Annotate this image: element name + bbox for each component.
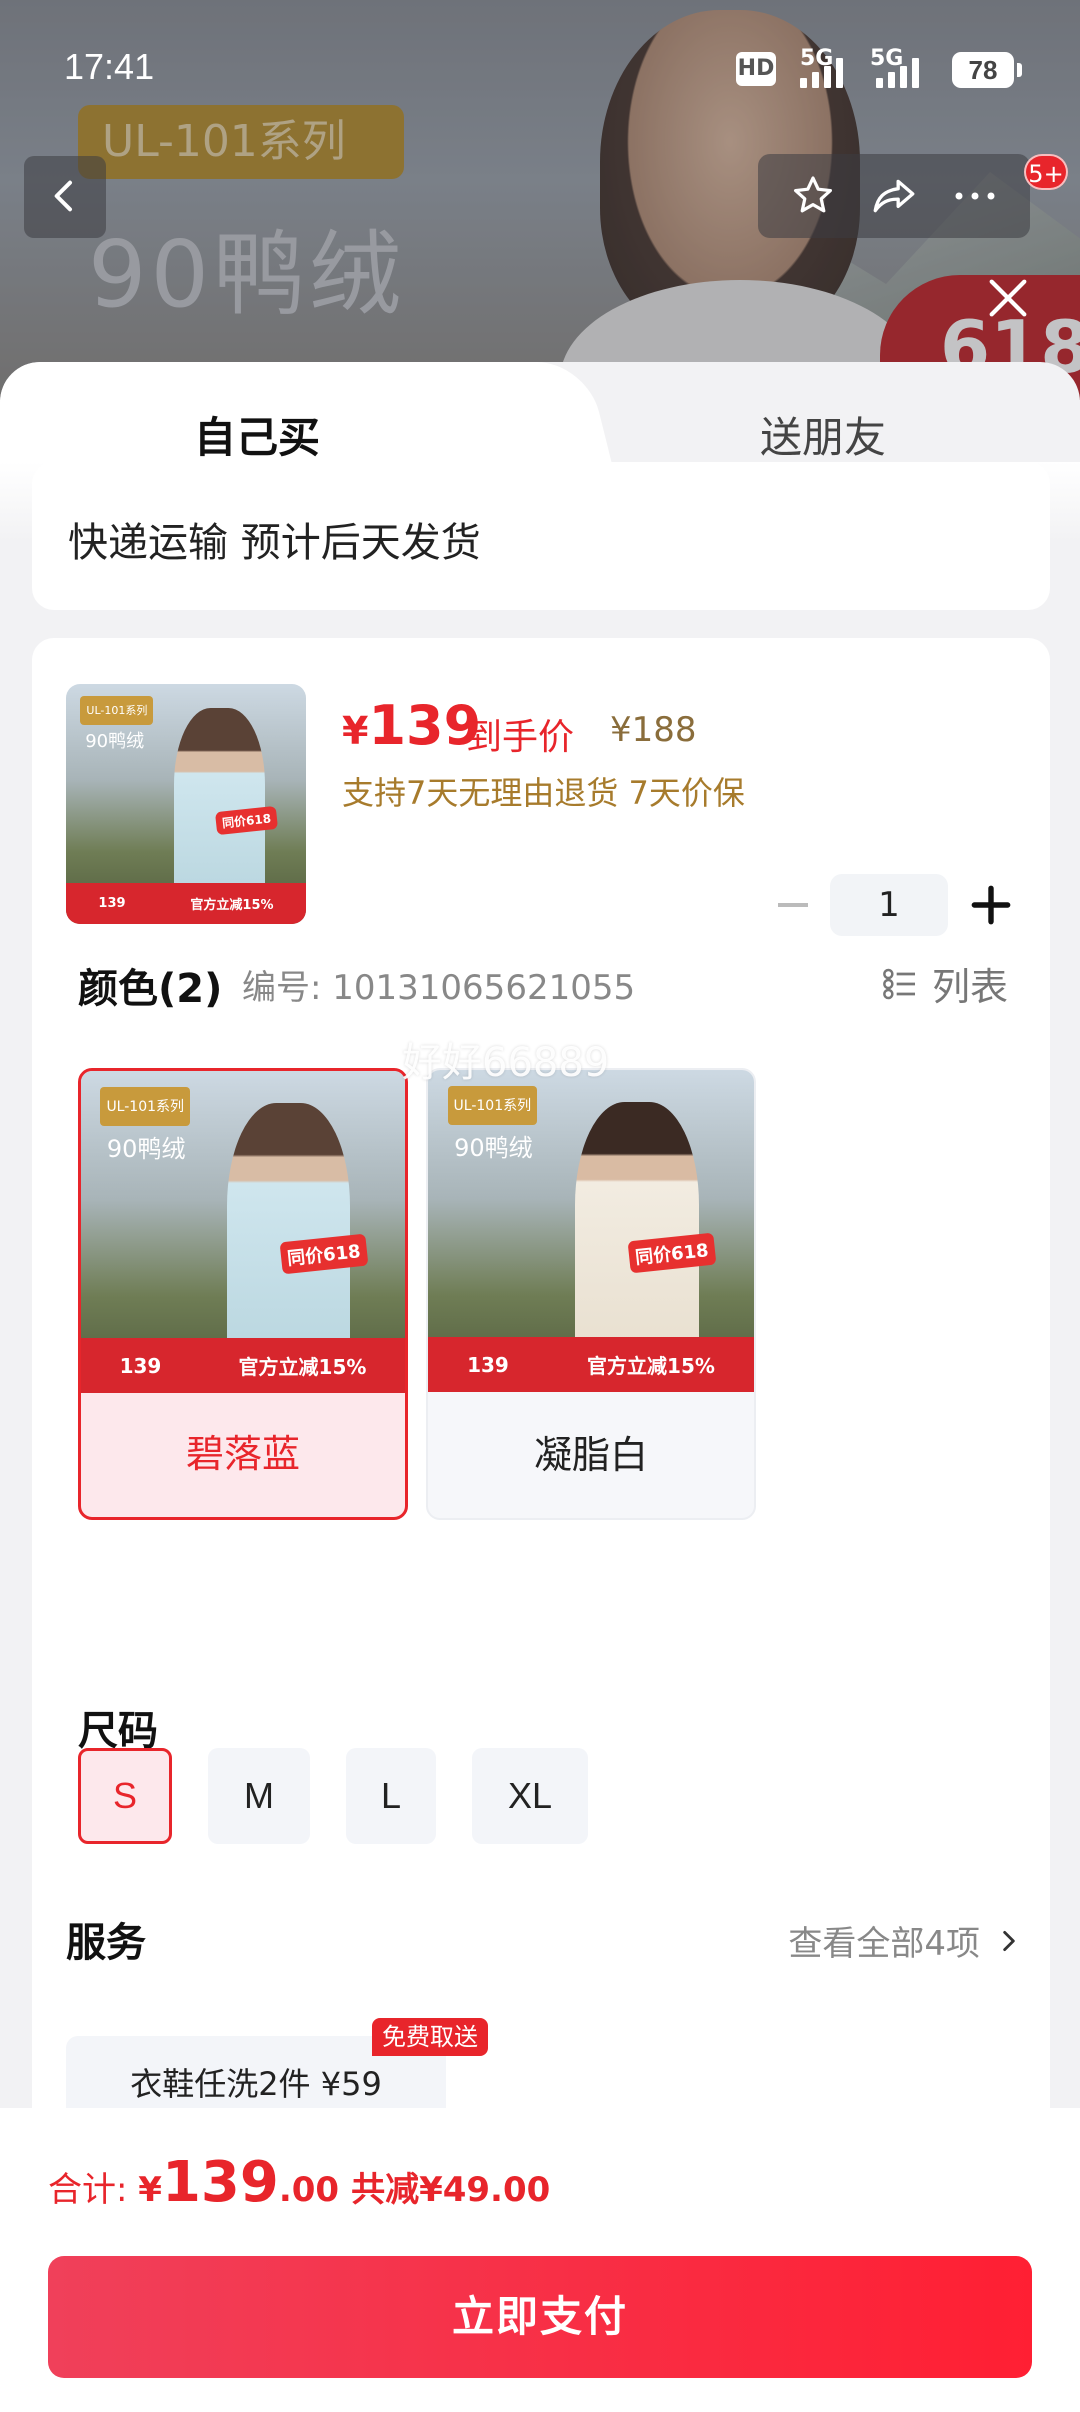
poster-band-price: 139 [119,1353,162,1378]
chevron-left-icon [54,180,72,212]
sku-code: 编号: 10131065621055 [242,968,636,1008]
poster-title: 90鸭绒 [454,1133,533,1162]
poster-tag: UL-101系列 [80,696,154,725]
checkout-bar: 合计: ¥139.00 共减¥49.00 立即支付 [0,2108,1080,2412]
total-amount: 合计: ¥139.00 共减¥49.00 [48,2150,550,2215]
total-integer: 139 [161,2150,279,2215]
poster-model [226,1103,350,1361]
close-icon[interactable] [980,270,1036,326]
shipping-card: 快递运输 预计后天发货 [32,462,1050,610]
total-currency: ¥ [138,2170,162,2210]
color-title: 颜色(2) [78,966,223,1012]
poster-band-price: 139 [98,896,126,912]
size-option-l[interactable]: L [346,1748,436,1844]
tab-send-friend-label: 送朋友 [760,413,887,462]
poster-tag: UL-101系列 [100,1087,191,1126]
price-currency: ¥ [342,709,369,753]
poster-price-band: 139 官方立减15% [66,883,306,924]
pay-now-button[interactable]: 立即支付 [48,2256,1032,2378]
sim1-signal-icon [800,58,843,88]
size-option-xl[interactable]: XL [472,1748,588,1844]
poster-band-promo: 官方立减15% [238,1355,367,1380]
color-option-blue[interactable]: UL-101系列 90鸭绒 同价618 139 官方立减15% 碧落蓝 [78,1068,408,1520]
quantity-stepper: 1 [768,874,1028,936]
total-label: 合计: [48,2170,139,2210]
poster-title: 90鸭绒 [85,731,145,753]
shipping-text: 快递运输 预计后天发货 [68,520,481,566]
color-option-photo: UL-101系列 90鸭绒 同价618 139 官方立减15% [428,1070,754,1392]
minus-icon [778,903,808,907]
total-saving: 共减¥49.00 [351,2170,551,2210]
final-price: ¥139 [342,694,481,757]
price-value: 139 [368,694,482,757]
poster-art: UL-101系列 90鸭绒 同价618 139 官方立减15% [66,684,306,924]
notification-badge: 5+ [1024,154,1068,190]
poster-band-promo: 官方立减15% [190,898,274,914]
battery-icon: 78 [952,52,1022,88]
poster-618-badge: 同价618 [279,1234,368,1275]
size-option-s[interactable]: S [78,1748,172,1844]
poster-title: 90鸭绒 [106,1134,186,1163]
poster-model [574,1102,699,1360]
poster-art: UL-101系列 90鸭绒 同价618 139 官方立减15% [81,1071,405,1393]
top-action-bar [758,154,1030,238]
free-pickup-badge: 免费取送 [372,2018,488,2056]
service-title: 服务 [66,1920,146,1966]
service-view-all-label: 查看全部4项 [788,1924,980,1964]
watermark-text: 好好66889 [402,1040,610,1086]
favorite-star-icon[interactable] [783,166,843,226]
plus-icon [971,885,1011,925]
decrease-quantity-button[interactable] [768,880,818,930]
size-option-m[interactable]: M [208,1748,310,1844]
more-dots-icon[interactable] [945,166,1005,226]
share-icon[interactable] [864,166,924,226]
sim2-signal-icon [876,58,919,88]
total-decimal: .00 [278,2170,340,2210]
poster-band-promo: 官方立减15% [587,1354,715,1379]
poster-price-band: 139 官方立减15% [81,1338,405,1393]
hd-voice-icon: HD [736,52,776,86]
poster-618-badge: 同价618 [627,1233,717,1274]
service-view-all[interactable]: 查看全部4项 [788,1916,1022,1965]
chevron-right-icon [1003,1930,1015,1951]
original-price: ¥188 [610,710,697,750]
color-section-header: 颜色(2) 编号: 10131065621055 列表 [78,956,1008,1016]
service-option-label: 衣鞋任洗2件 ¥59 [130,2065,382,2103]
poster-price-band: 139 官方立减15% [428,1337,754,1392]
increase-quantity-button[interactable] [966,880,1016,930]
price-label: 到手价 [466,717,575,758]
poster-art: UL-101系列 90鸭绒 同价618 139 官方立减15% [428,1070,754,1392]
status-time: 17:41 [64,46,155,87]
status-bar: 17:41 HD 5G 5G 78 [0,0,1080,140]
list-view-label: 列表 [931,965,1008,1009]
color-option-label: 碧落蓝 [185,1432,300,1476]
color-option-photo: UL-101系列 90鸭绒 同价618 139 官方立减15% [81,1071,405,1393]
purchase-sheet: 送朋友 自己买 快递运输 预计后天发货 UL-101系列 90鸭绒 同价618 … [0,362,1080,2412]
product-thumbnail[interactable]: UL-101系列 90鸭绒 同价618 139 官方立减15% [66,684,306,924]
poster-tag: UL-101系列 [447,1086,538,1125]
tab-buy-myself-label: 自己买 [194,413,321,462]
poster-model [174,708,266,900]
list-view-toggle[interactable]: 列表 [880,956,1008,1011]
poster-band-price: 139 [467,1352,509,1377]
return-guarantee: 支持7天无理由退货 7天价保 [342,774,745,812]
back-button[interactable] [24,156,106,238]
color-option-white[interactable]: UL-101系列 90鸭绒 同价618 139 官方立减15% 凝脂白 [426,1068,756,1520]
color-option-label: 凝脂白 [533,1433,648,1477]
quantity-value[interactable]: 1 [830,874,948,936]
list-icon [883,968,915,999]
